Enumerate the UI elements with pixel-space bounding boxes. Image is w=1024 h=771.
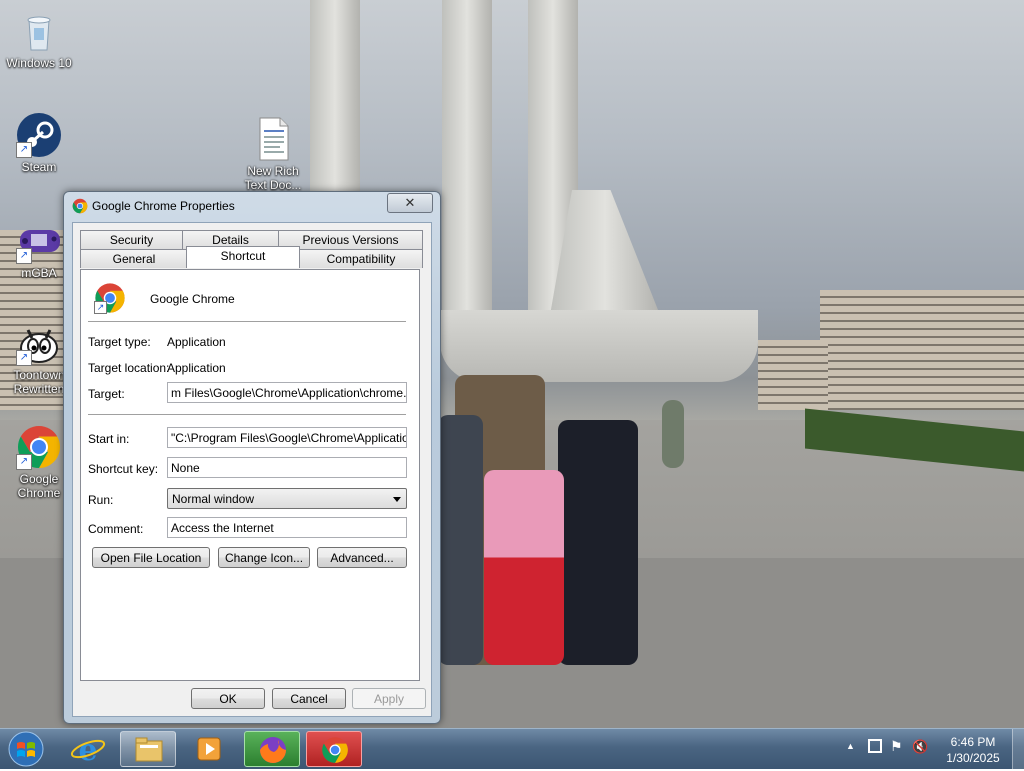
wallpaper-person-walker (662, 400, 684, 468)
comment-field[interactable]: Access the Internet (167, 517, 407, 538)
start-button[interactable] (6, 731, 46, 767)
shortcut-arrow-icon: ↗ (16, 142, 32, 158)
clock-date: 1/30/2025 (946, 751, 1000, 765)
target-type-value: Application (167, 335, 226, 349)
ok-button[interactable]: OK (191, 688, 265, 709)
chrome-icon: ↗ (16, 424, 62, 470)
run-label: Run: (88, 493, 114, 507)
comment-label: Comment: (88, 522, 144, 536)
change-icon-button[interactable]: Change Icon... (218, 547, 310, 568)
taskbar: e ▲ ⚑ 🔇 6:46 PM 1/30/2025 (0, 728, 1024, 769)
shortcut-arrow-icon: ↗ (16, 350, 32, 366)
tab-label: Details (212, 233, 249, 247)
clock-time: 6:46 PM (950, 735, 996, 749)
tab-label: Compatibility (326, 252, 396, 266)
apply-button[interactable]: Apply (352, 688, 426, 709)
windows-logo-icon (8, 731, 44, 767)
close-button[interactable]: ✕ (387, 193, 433, 213)
run-dropdown[interactable]: Normal window (167, 488, 407, 509)
show-desktop-button[interactable] (1012, 729, 1024, 769)
taskbar-firefox[interactable] (244, 731, 300, 767)
wallpaper-person-boy (558, 420, 638, 665)
start-in-label: Start in: (88, 432, 130, 446)
desktop-icon-windows10[interactable]: Windows 10 (4, 8, 74, 70)
internet-explorer-icon: e (70, 733, 106, 768)
shortcut-arrow-icon: ↗ (16, 454, 32, 470)
start-in-field[interactable]: "C:\Program Files\Google\Chrome\Applicat… (167, 427, 407, 448)
separator (88, 414, 406, 415)
dialog-title: Google Chrome Properties (92, 199, 235, 213)
recycle-bin-icon (16, 8, 62, 54)
toontown-icon: ↗ (16, 320, 62, 366)
wallpaper-building-right (820, 290, 1024, 410)
tab-security[interactable]: Security (80, 230, 183, 249)
wallpaper-tower-1 (310, 0, 360, 200)
tab-label: Shortcut (220, 249, 266, 263)
tab-general[interactable]: General (80, 249, 188, 268)
folder-icon (135, 737, 163, 762)
desktop-icon-rich-text-doc[interactable]: New Rich Text Doc... (238, 116, 308, 192)
tab-shortcut[interactable]: Shortcut (186, 246, 300, 268)
separator (88, 321, 406, 322)
flag-icon[interactable]: ⚑ (890, 738, 903, 755)
shortcut-arrow-icon: ↗ (16, 248, 32, 264)
chevron-down-icon (393, 497, 401, 502)
tab-label: Previous Versions (302, 233, 399, 247)
close-icon: ✕ (404, 195, 416, 210)
chrome-icon (322, 737, 348, 763)
desktop-icon-label: Windows 10 (6, 56, 72, 70)
wallpaper-building-mid (758, 340, 828, 410)
action-center-icon[interactable] (868, 739, 882, 753)
target-type-label: Target type: (88, 335, 151, 349)
advanced-button[interactable]: Advanced... (317, 547, 407, 568)
cancel-button[interactable]: Cancel (272, 688, 346, 709)
open-file-location-button[interactable]: Open File Location (92, 547, 210, 568)
dialog-client-area: Security Details Previous Versions Gener… (72, 222, 432, 717)
shortcut-key-field[interactable]: None (167, 457, 407, 478)
taskbar-media-player[interactable] (182, 731, 238, 767)
rich-text-document-icon (250, 116, 296, 162)
desktop-icon-steam[interactable]: ↗ Steam (4, 112, 74, 174)
media-player-icon (197, 737, 221, 761)
show-hidden-icons-icon[interactable]: ▲ (846, 741, 855, 751)
properties-dialog: Google Chrome Properties ✕ Security Deta… (63, 191, 441, 724)
taskbar-internet-explorer[interactable]: e (60, 731, 116, 768)
taskbar-file-explorer[interactable] (120, 731, 176, 767)
shortcut-tab-panel: ↗ Google Chrome Target type: Application… (80, 269, 420, 681)
desktop-icon-label: New Rich Text Doc... (244, 164, 302, 192)
tab-label: General (112, 252, 156, 266)
shortcut-arrow-icon: ↗ (94, 301, 107, 314)
taskbar-chrome[interactable] (306, 731, 362, 767)
target-location-value: Application (167, 361, 226, 375)
firefox-icon (260, 737, 286, 763)
wallpaper-person-child (438, 415, 483, 665)
chrome-title-icon (72, 198, 88, 214)
app-name: Google Chrome (150, 292, 235, 306)
target-label: Target: (88, 387, 125, 401)
wallpaper-tower-2 (442, 0, 492, 310)
system-clock[interactable]: 6:46 PM 1/30/2025 (935, 734, 1011, 766)
desktop-icon-label: Steam (21, 160, 57, 174)
volume-muted-icon[interactable]: 🔇 (912, 739, 928, 755)
mgba-icon: ↗ (16, 218, 62, 264)
target-location-label: Target location: (88, 361, 170, 375)
wallpaper-person-girl (484, 470, 564, 665)
shortcut-key-label: Shortcut key: (88, 462, 159, 476)
run-dropdown-value: Normal window (172, 492, 255, 506)
target-field[interactable]: m Files\Google\Chrome\Application\chrome… (167, 382, 407, 403)
tab-label: Security (109, 233, 154, 247)
svg-text:e: e (78, 733, 97, 767)
steam-icon: ↗ (16, 112, 62, 158)
system-tray: ▲ ⚑ 🔇 (840, 729, 936, 769)
tab-compatibility[interactable]: Compatibility (299, 249, 423, 268)
chrome-app-icon: ↗ (94, 282, 126, 314)
wallpaper-monument-base (440, 310, 758, 382)
